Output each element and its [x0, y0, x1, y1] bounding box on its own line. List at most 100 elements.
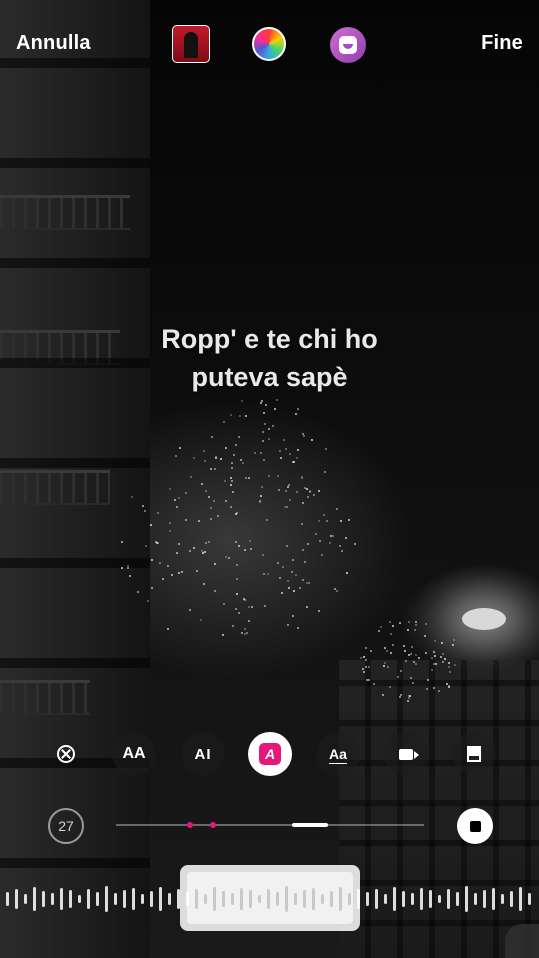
style-video-button[interactable] [384, 732, 428, 776]
resize-handle-icon[interactable] [505, 924, 539, 958]
firework-spark [318, 520, 321, 523]
firework-spark [440, 642, 443, 645]
style-underline-button[interactable]: Aa [316, 732, 360, 776]
firework-spark [234, 608, 237, 611]
firework-spark [230, 479, 233, 482]
firework-spark [287, 580, 290, 583]
firework-spark [285, 545, 288, 548]
style-highlight-button[interactable]: A [248, 732, 292, 776]
stop-icon [469, 820, 481, 832]
firework-spark [190, 475, 193, 478]
waveform-bar [519, 887, 522, 911]
firework-spark [230, 414, 233, 417]
firework-spark [201, 483, 204, 486]
firework-spark [231, 624, 234, 627]
balcony [0, 470, 110, 505]
firework-spark [302, 579, 305, 582]
firework-spark [266, 573, 269, 576]
lyrics-timeline-track[interactable] [116, 822, 424, 828]
waveform-bar [132, 888, 135, 910]
firework-spark [276, 562, 279, 565]
firework-spark [262, 459, 265, 462]
waveform-bar [249, 890, 252, 908]
firework-spark [279, 450, 281, 453]
firework-spark [303, 435, 306, 438]
firework-spark [408, 621, 410, 624]
waveform-bar [294, 893, 297, 905]
firework-spark [266, 519, 269, 522]
firework-spark [239, 415, 242, 418]
firework-spark [231, 461, 234, 464]
firework-spark [177, 542, 180, 545]
waveform-bar [267, 889, 270, 909]
firework-spark [336, 507, 339, 510]
firework-spark [224, 479, 227, 482]
firework-spark [307, 496, 310, 499]
firework-spark [285, 447, 288, 450]
firework-spark [200, 618, 203, 621]
firework-spark [432, 651, 435, 654]
firework-spark [339, 519, 342, 522]
waveform-bar [258, 895, 261, 903]
waveform-bar [87, 889, 90, 909]
playhead-segment[interactable] [292, 823, 328, 827]
firework-spark [267, 438, 270, 441]
top-bar: Annulla Fine [0, 22, 539, 66]
cancel-button[interactable]: Annulla [16, 32, 91, 55]
firework-spark [386, 665, 389, 668]
firework-spark [296, 408, 299, 411]
style-typewriter-button[interactable]: AA [112, 732, 156, 776]
firework-spark [167, 627, 170, 630]
stop-button[interactable] [457, 808, 493, 844]
firework-spark [166, 564, 169, 567]
firework-spark [293, 460, 296, 463]
waveform-bar [366, 892, 369, 906]
firework-spark [189, 609, 192, 612]
clip-duration-button[interactable]: 27 [48, 808, 84, 844]
firework-spark [242, 461, 245, 464]
firework-spark [238, 545, 241, 548]
firework-spark [185, 491, 188, 494]
firework-spark [234, 512, 237, 515]
style-card-button[interactable] [452, 732, 496, 776]
lyrics-text[interactable]: Ropp' e te chi ho puteva sapè [0, 320, 539, 396]
firework-spark [177, 571, 180, 574]
done-button[interactable]: Fine [481, 32, 523, 55]
waveform-bar [276, 892, 279, 906]
firework-spark [265, 403, 268, 406]
firework-spark [221, 633, 224, 636]
firework-spark [157, 512, 160, 515]
firework-spark [317, 610, 320, 613]
firework-spark [345, 536, 348, 539]
waveform-bar [474, 893, 477, 905]
waveform-bar [483, 890, 486, 908]
audio-waveform[interactable] [0, 884, 539, 914]
remove-lyrics-button[interactable] [44, 732, 88, 776]
firework-spark [407, 628, 409, 631]
waveform-bar [501, 894, 504, 904]
firework-spark [288, 484, 291, 487]
firework-spark [214, 468, 217, 471]
firework-spark [285, 506, 288, 509]
firework-spark [279, 577, 282, 579]
firework-spark [291, 571, 294, 574]
firework-spark [174, 498, 177, 501]
waveform-bar [420, 888, 423, 910]
firework-spark [404, 650, 407, 653]
firework-spark [261, 485, 264, 488]
firework-spark [240, 458, 243, 461]
waveform-bar [528, 893, 531, 905]
waveform-bar [402, 891, 405, 907]
firework-spark [415, 653, 418, 656]
waveform-bar [96, 892, 99, 906]
firework-spark [236, 577, 239, 580]
style-cursor-button[interactable]: AI [181, 732, 225, 776]
color-wheel-icon[interactable] [252, 27, 286, 61]
firework-spark [295, 413, 298, 416]
firework-spark [279, 456, 282, 459]
firework-spark [391, 644, 394, 647]
album-cover-icon[interactable] [172, 25, 210, 63]
sticker-face-icon[interactable] [330, 27, 366, 63]
firework-spark [288, 499, 291, 502]
waveform-bar [150, 891, 153, 907]
